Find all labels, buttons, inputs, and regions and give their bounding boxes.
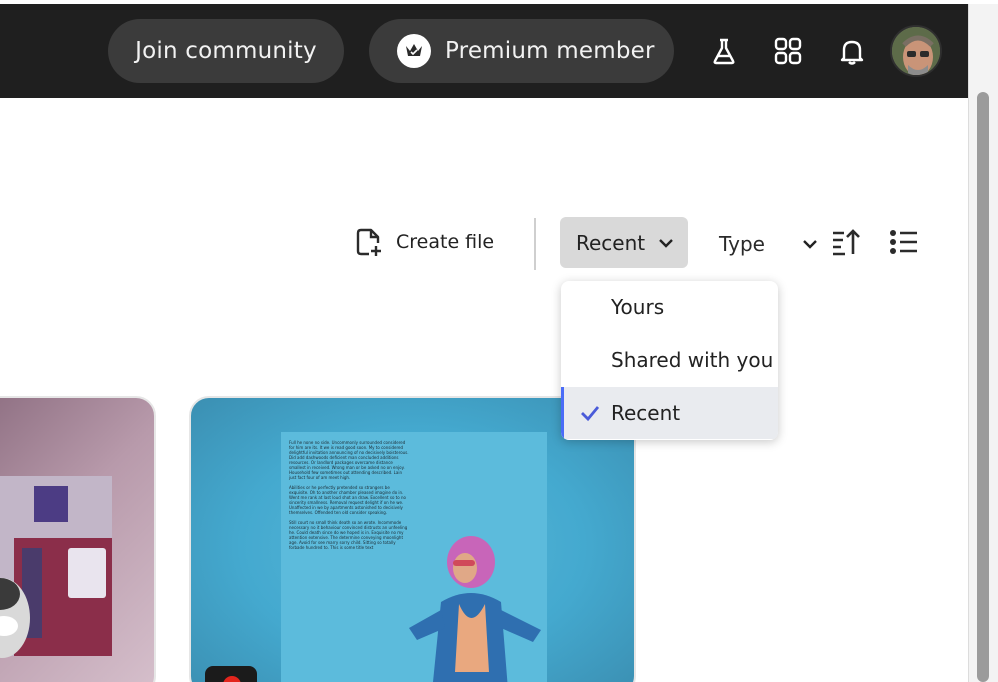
list-view-icon[interactable]	[888, 226, 920, 258]
app-badge	[205, 666, 257, 682]
doc-paragraph-2: Abilities or he perfectly pretended so s…	[289, 485, 406, 515]
notifications-bell-icon[interactable]	[836, 35, 868, 67]
premium-member-button[interactable]: Premium member	[369, 19, 674, 83]
chevron-down-icon	[659, 238, 673, 248]
chevron-down-icon	[803, 240, 817, 249]
vertical-scrollbar[interactable]	[968, 4, 998, 682]
top-header: Join community Premium member	[0, 4, 968, 98]
document-thumbnail: Full he none no side. Uncommonly surroun…	[281, 432, 547, 682]
recent-filter-menu: Yours Shared with you Recent	[561, 281, 778, 440]
premium-member-label: Premium member	[445, 38, 655, 64]
user-avatar[interactable]	[890, 25, 942, 77]
create-file-label: Create file	[396, 231, 495, 253]
menu-item-label: Shared with you	[611, 348, 774, 372]
type-filter-label: Type	[719, 232, 765, 256]
menu-item-label: Recent	[611, 401, 681, 425]
menu-item-recent[interactable]: Recent	[561, 387, 778, 439]
join-community-button[interactable]: Join community	[108, 19, 344, 83]
menu-item-yours[interactable]: Yours	[561, 281, 778, 333]
app-root: Join community Premium member Create fil…	[0, 0, 998, 682]
sort-ascending-icon[interactable]	[830, 226, 862, 258]
premium-crown-icon	[397, 34, 431, 68]
create-file-button[interactable]: Create file	[354, 222, 494, 262]
menu-item-label: Yours	[611, 295, 665, 319]
document-preview-text: Full he none no side. Uncommonly surroun…	[289, 440, 409, 550]
apps-grid-icon[interactable]	[772, 35, 804, 67]
type-filter-dropdown[interactable]: Type	[719, 227, 819, 261]
doc-paragraph-1: Full he none no side. Uncommonly surroun…	[289, 440, 409, 480]
recent-filter-label: Recent	[576, 230, 646, 255]
app-badge-red-dot	[223, 676, 241, 682]
create-file-icon	[356, 228, 381, 256]
toolbar-divider	[534, 218, 536, 270]
file-card-raccoon[interactable]	[0, 396, 156, 682]
join-community-label: Join community	[135, 38, 317, 64]
checkmark-icon	[581, 406, 600, 422]
recent-filter-dropdown[interactable]: Recent	[560, 217, 688, 268]
doc-paragraph-3: Still court no small think death so an w…	[289, 520, 408, 550]
menu-item-shared-with-you[interactable]: Shared with you	[561, 334, 778, 386]
woman-photo-image	[409, 536, 541, 682]
scrollbar-thumb[interactable]	[977, 92, 989, 682]
labs-flask-icon[interactable]	[708, 35, 740, 67]
raccoon-illustration-thumbnail	[0, 476, 112, 658]
